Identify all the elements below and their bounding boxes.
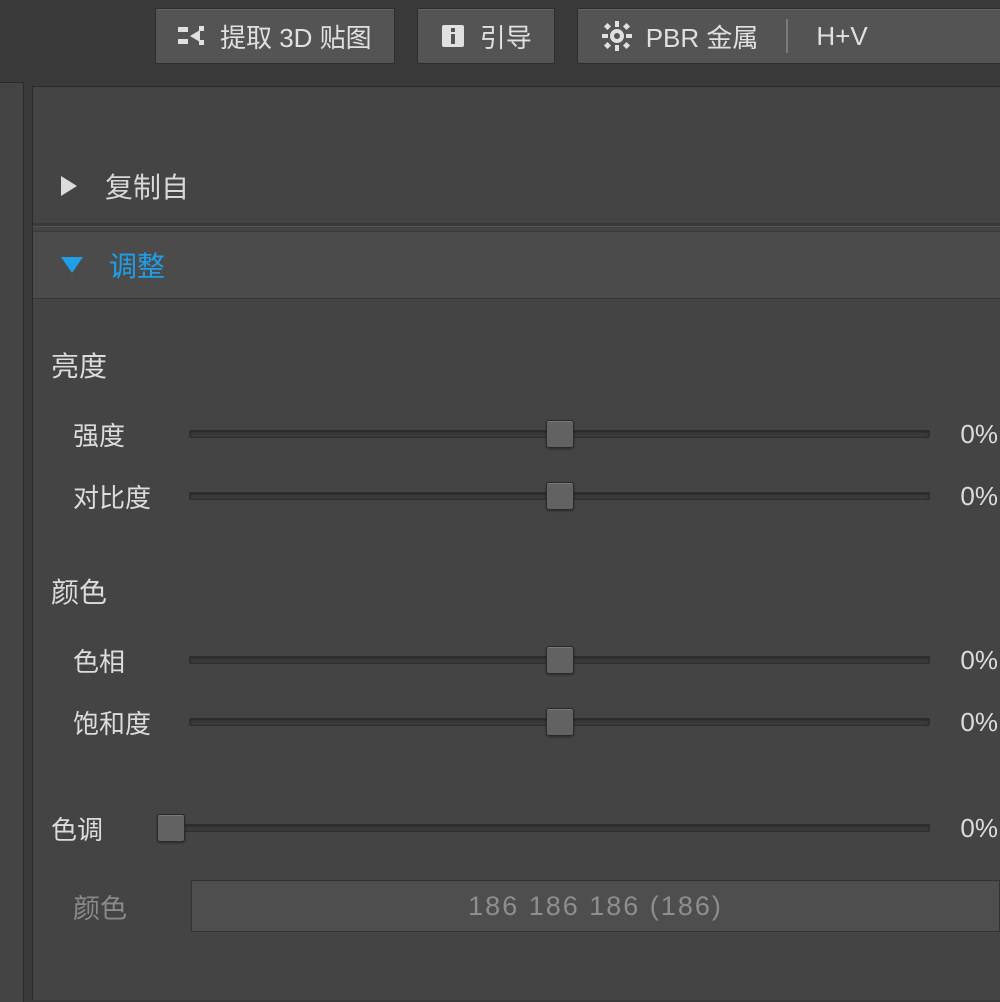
guide-button[interactable]: 引导: [417, 8, 555, 64]
info-icon: [440, 23, 466, 49]
left-sidebar-stub: [0, 82, 24, 1002]
intensity-slider[interactable]: [189, 419, 930, 449]
saturation-thumb[interactable]: [546, 708, 574, 736]
chevron-right-icon: [61, 176, 77, 196]
hue-slider[interactable]: [189, 645, 930, 675]
toolbar-divider: [786, 19, 788, 53]
section-adjust-label: 调整: [109, 245, 165, 285]
extract-3d-label: 提取 3D 贴图: [220, 18, 372, 55]
group-color: 颜色: [51, 571, 1000, 611]
color-field-label: 颜色: [51, 887, 191, 926]
adjust-content: 亮度 强度 0% 对比度 0% 颜色 色相 0%: [33, 299, 1000, 935]
intensity-value[interactable]: 0%: [930, 419, 1000, 450]
section-copy-from-label: 复制自: [105, 166, 189, 206]
slider-hue-row: 色相 0%: [51, 629, 1000, 691]
group-brightness: 亮度: [51, 345, 1000, 385]
tint-value[interactable]: 0%: [930, 813, 1000, 844]
slider-intensity-row: 强度 0%: [51, 403, 1000, 465]
section-divider: [33, 223, 1000, 227]
guide-label: 引导: [480, 18, 532, 55]
properties-panel: 复制自 调整 亮度 强度 0% 对比度 0% 颜色 色相: [32, 86, 1000, 1000]
tint-label: 色调: [51, 810, 157, 847]
tint-slider[interactable]: [157, 813, 930, 843]
contrast-label: 对比度: [51, 478, 189, 515]
hue-label: 色相: [51, 642, 189, 679]
pbr-mode-button[interactable]: PBR 金属 H+V: [577, 8, 1000, 64]
hv-label: H+V: [816, 21, 867, 52]
color-field[interactable]: 186 186 186 (186): [191, 880, 1000, 932]
extract-icon: [178, 24, 206, 48]
top-toolbar: 提取 3D 贴图 引导: [0, 0, 1000, 75]
tint-thumb[interactable]: [157, 814, 185, 842]
section-copy-from[interactable]: 复制自: [33, 155, 1000, 217]
saturation-slider[interactable]: [189, 707, 930, 737]
contrast-thumb[interactable]: [546, 482, 574, 510]
saturation-value[interactable]: 0%: [930, 707, 1000, 738]
contrast-value[interactable]: 0%: [930, 481, 1000, 512]
slider-contrast-row: 对比度 0%: [51, 465, 1000, 527]
hue-thumb[interactable]: [546, 646, 574, 674]
slider-tint-row: 色调 0%: [51, 797, 1000, 859]
extract-3d-button[interactable]: 提取 3D 贴图: [155, 8, 395, 64]
intensity-label: 强度: [51, 416, 189, 453]
pbr-label: PBR 金属: [646, 18, 759, 55]
contrast-slider[interactable]: [189, 481, 930, 511]
hue-value[interactable]: 0%: [930, 645, 1000, 676]
gear-icon: [602, 21, 632, 51]
color-field-row: 颜色 186 186 186 (186): [51, 877, 1000, 935]
saturation-label: 饱和度: [51, 704, 189, 741]
chevron-down-icon: [61, 257, 83, 273]
color-field-value: 186 186 186 (186): [468, 891, 723, 922]
section-adjust[interactable]: 调整: [33, 231, 1000, 299]
slider-saturation-row: 饱和度 0%: [51, 691, 1000, 753]
intensity-thumb[interactable]: [546, 420, 574, 448]
